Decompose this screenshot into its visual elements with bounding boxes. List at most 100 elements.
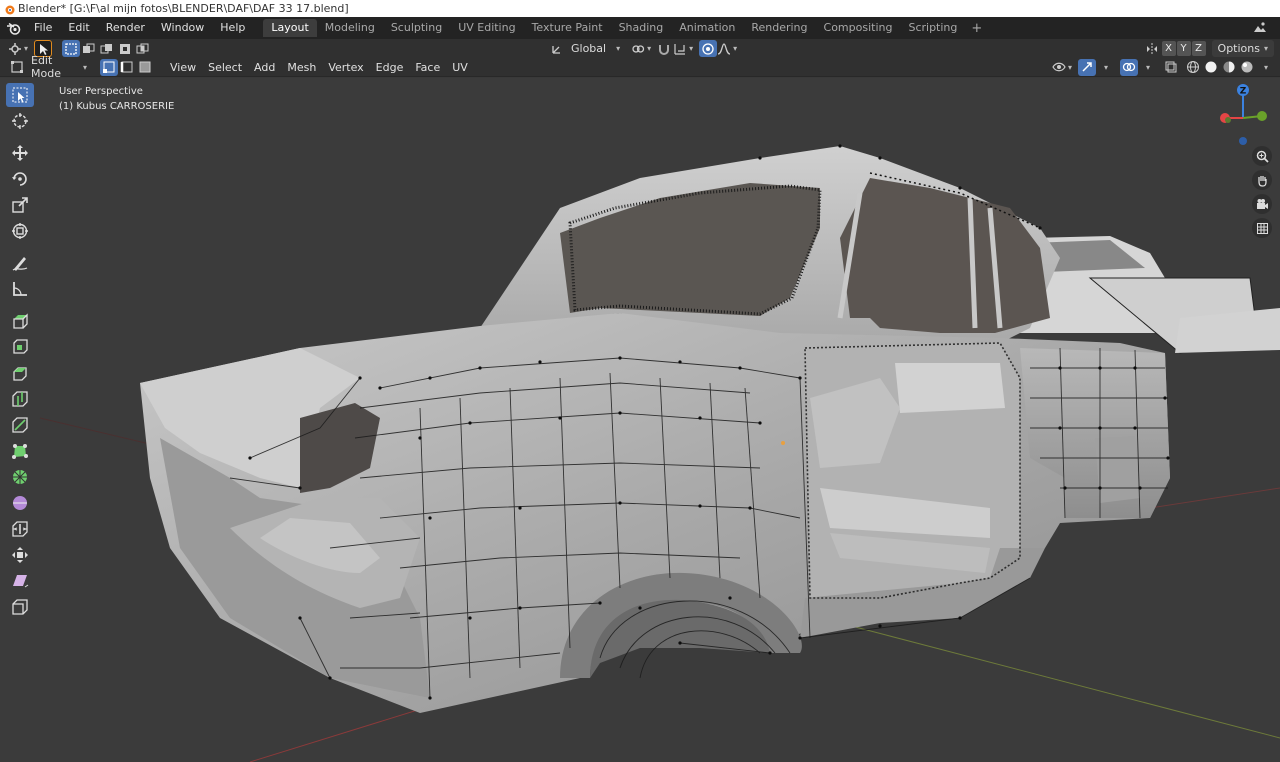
pivot-point-icon[interactable]: ▾ bbox=[631, 40, 651, 57]
tool-measure[interactable] bbox=[6, 277, 34, 301]
add-workspace-icon[interactable]: + bbox=[965, 21, 988, 36]
menu-edit[interactable]: Edit bbox=[60, 17, 97, 39]
tool-shrink-fatten[interactable] bbox=[6, 543, 34, 567]
xray-toggle-icon[interactable] bbox=[1162, 59, 1180, 76]
knife-icon bbox=[12, 417, 28, 433]
gizmo-neg-y-icon[interactable] bbox=[1225, 117, 1231, 123]
visibility-icon[interactable]: ▾ bbox=[1052, 59, 1072, 76]
gizmo-toggle-icon[interactable] bbox=[1078, 58, 1096, 76]
select-intersect-icon[interactable] bbox=[134, 40, 152, 57]
tab-modeling[interactable]: Modeling bbox=[317, 19, 383, 37]
tool-transform[interactable] bbox=[6, 219, 34, 243]
vertex-select-icon[interactable] bbox=[100, 58, 118, 76]
scene-icon[interactable] bbox=[1252, 20, 1268, 36]
tab-animation[interactable]: Animation bbox=[671, 19, 743, 37]
proportional-edit-icon[interactable] bbox=[699, 40, 718, 57]
3d-viewport[interactable]: User Perspective (1) Kubus CARROSERIE Z bbox=[0, 78, 1280, 762]
menu-window[interactable]: Window bbox=[153, 17, 212, 39]
menu-vertex[interactable]: Vertex bbox=[322, 58, 369, 77]
tool-poly-build[interactable] bbox=[6, 439, 34, 463]
mirror-z-toggle[interactable]: Z bbox=[1191, 41, 1206, 56]
tool-spin[interactable] bbox=[6, 465, 34, 489]
tool-smooth[interactable] bbox=[6, 491, 34, 515]
menu-help[interactable]: Help bbox=[212, 17, 253, 39]
cursor-icon bbox=[12, 113, 28, 129]
mirror-y-toggle[interactable]: Y bbox=[1176, 41, 1191, 56]
tool-rotate[interactable] bbox=[6, 167, 34, 191]
menu-face[interactable]: Face bbox=[409, 58, 446, 77]
mirror-x-toggle[interactable]: X bbox=[1161, 41, 1176, 56]
select-subtract-icon[interactable] bbox=[98, 40, 116, 57]
shading-solid-icon[interactable] bbox=[1202, 59, 1220, 76]
tool-rip-region[interactable] bbox=[6, 595, 34, 619]
tool-select-box[interactable] bbox=[6, 83, 34, 107]
tab-uv-editing[interactable]: UV Editing bbox=[450, 19, 523, 37]
edge-slide-icon bbox=[12, 521, 28, 537]
snap-icon[interactable] bbox=[655, 40, 673, 57]
tool-move[interactable] bbox=[6, 141, 34, 165]
menu-mesh[interactable]: Mesh bbox=[281, 58, 322, 77]
mode-dropdown[interactable]: Edit Mode ▾ bbox=[26, 54, 92, 80]
overlays-dropdown-icon[interactable]: ▾ bbox=[1138, 59, 1156, 76]
transform-orientation-dropdown[interactable]: Global ▾ bbox=[566, 40, 625, 57]
orientation-label: Global bbox=[571, 42, 607, 55]
tool-loop-cut[interactable] bbox=[6, 387, 34, 411]
loop-cut-icon bbox=[12, 391, 28, 407]
tab-rendering[interactable]: Rendering bbox=[743, 19, 815, 37]
menu-view[interactable]: View bbox=[164, 58, 202, 77]
camera-view-button[interactable] bbox=[1252, 194, 1272, 214]
select-invert-icon[interactable] bbox=[116, 40, 134, 57]
tool-cursor[interactable] bbox=[6, 109, 34, 133]
menu-edge[interactable]: Edge bbox=[370, 58, 410, 77]
transform-settings: Global ▾ ▾ ▾ ▾ bbox=[548, 40, 737, 57]
edit-menu-bar: View Select Add Mesh Vertex Edge Face UV bbox=[164, 58, 474, 77]
editor-type-icon[interactable]: ▾ bbox=[8, 40, 28, 57]
face-select-icon[interactable] bbox=[136, 59, 154, 76]
viewport-header-menus: Edit Mode ▾ View Select Add Mesh Vertex E… bbox=[0, 54, 1280, 80]
tool-inset[interactable] bbox=[6, 335, 34, 359]
menu-file[interactable]: File bbox=[26, 17, 60, 39]
options-label: Options bbox=[1217, 42, 1260, 55]
menu-uv[interactable]: UV bbox=[446, 58, 474, 77]
camera-icon bbox=[1256, 198, 1268, 209]
tab-compositing[interactable]: Compositing bbox=[816, 19, 901, 37]
gizmo-dropdown-icon[interactable]: ▾ bbox=[1096, 59, 1114, 76]
tab-texture-paint[interactable]: Texture Paint bbox=[524, 19, 611, 37]
tool-knife[interactable] bbox=[6, 413, 34, 437]
options-dropdown[interactable]: Options ▾ bbox=[1211, 40, 1274, 57]
gizmo-neg-z-icon[interactable] bbox=[1239, 137, 1247, 145]
overlays-toggle-icon[interactable] bbox=[1120, 58, 1138, 76]
zoom-button[interactable] bbox=[1252, 146, 1272, 166]
shading-rendered-icon[interactable] bbox=[1238, 59, 1256, 76]
tool-annotate[interactable] bbox=[6, 251, 34, 275]
menu-select[interactable]: Select bbox=[202, 58, 248, 77]
top-bar: File Edit Render Window Help Layout Mode… bbox=[0, 17, 1280, 39]
falloff-icon[interactable]: ▾ bbox=[717, 40, 737, 57]
menu-add[interactable]: Add bbox=[248, 58, 281, 77]
select-box-icon bbox=[12, 87, 28, 103]
tool-scale[interactable] bbox=[6, 193, 34, 217]
tab-scripting[interactable]: Scripting bbox=[900, 19, 965, 37]
tool-edge-slide[interactable] bbox=[6, 517, 34, 541]
measure-icon bbox=[13, 282, 27, 296]
snap-target-icon[interactable]: ▾ bbox=[673, 40, 693, 57]
tool-bevel[interactable] bbox=[6, 361, 34, 385]
shear-icon bbox=[13, 575, 29, 588]
shading-material-icon[interactable] bbox=[1220, 59, 1238, 76]
tool-extrude[interactable] bbox=[6, 309, 34, 333]
menu-render[interactable]: Render bbox=[98, 17, 153, 39]
tab-sculpting[interactable]: Sculpting bbox=[383, 19, 450, 37]
viewport-display-options: ▾ ▾ ▾ ▾ bbox=[1052, 58, 1274, 76]
shading-wireframe-icon[interactable] bbox=[1184, 59, 1202, 76]
perspective-toggle-button[interactable] bbox=[1252, 218, 1272, 238]
shading-dropdown-icon[interactable]: ▾ bbox=[1256, 59, 1274, 76]
edge-select-icon[interactable] bbox=[118, 59, 136, 76]
gizmo-y-icon[interactable] bbox=[1257, 111, 1267, 121]
blender-menu-icon[interactable] bbox=[0, 17, 26, 39]
tab-shading[interactable]: Shading bbox=[611, 19, 672, 37]
pan-button[interactable] bbox=[1252, 170, 1272, 190]
tab-layout[interactable]: Layout bbox=[263, 19, 317, 37]
scale-icon bbox=[12, 197, 28, 213]
tool-shear[interactable] bbox=[6, 569, 34, 593]
transform-orientation-icon bbox=[548, 40, 566, 57]
